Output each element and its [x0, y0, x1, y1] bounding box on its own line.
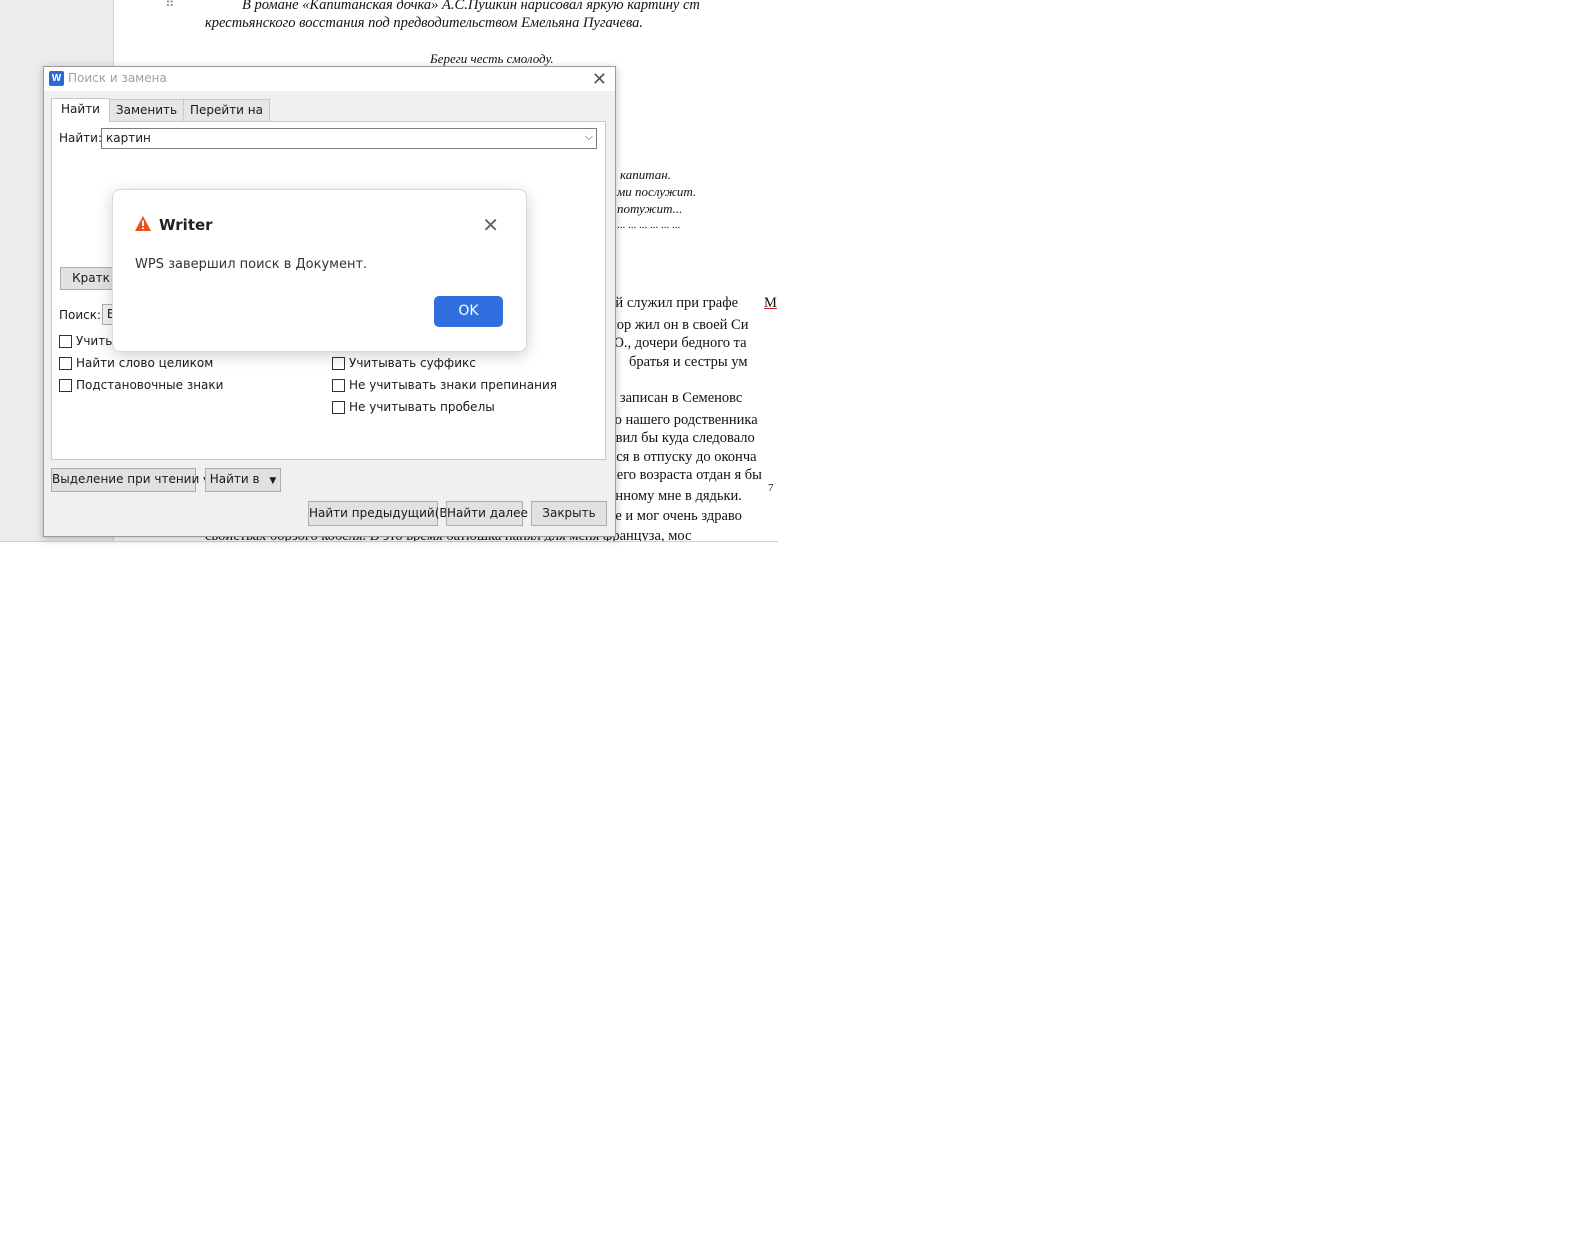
doc-line: потужит... — [617, 201, 683, 216]
checkbox-whole-word[interactable] — [59, 357, 72, 370]
find-input[interactable]: картин ⌵ — [101, 128, 597, 149]
alert-title: Writer — [159, 216, 213, 234]
checkbox-suffix[interactable] — [332, 357, 345, 370]
find-in-button[interactable]: Найти в ▼ — [205, 468, 281, 492]
highlight-reading-label: Выделение при чтении — [52, 472, 200, 486]
doc-misspelled-word[interactable]: М — [764, 295, 777, 312]
doc-line: Ю., дочери бедного та — [609, 335, 747, 351]
checkbox-label: Учиты — [76, 334, 115, 348]
checkbox-label: Подстановочные знаки — [76, 378, 224, 392]
doc-line: ми послужит. — [617, 184, 697, 199]
close-icon[interactable]: ✕ — [592, 69, 607, 90]
checkbox-label: Учитывать суффикс — [349, 356, 476, 370]
doc-footnote-ref[interactable]: 7 — [768, 482, 774, 494]
checkbox-label: Не учитывать знаки препинания — [349, 378, 557, 392]
drag-handle-icon[interactable]: ⠿ — [165, 0, 174, 10]
doc-line: явил бы куда следовало — [609, 430, 755, 446]
find-in-label: Найти в — [209, 472, 260, 486]
find-previous-button[interactable]: Найти предыдущий(B) — [308, 501, 452, 526]
search-label: Поиск: — [59, 308, 102, 322]
alert-message: WPS завершил поиск в Документ. — [135, 257, 368, 272]
ok-button[interactable]: OK — [434, 296, 503, 327]
checkbox-ignore-punctuation[interactable] — [332, 379, 345, 392]
tab-find[interactable]: Найти — [51, 98, 110, 122]
doc-epigraph: Береги честь смолоду. — [430, 51, 554, 66]
doc-line: те и мог очень здраво — [609, 508, 742, 524]
doc-line: капитан. — [620, 167, 672, 182]
find-input-value: картин — [106, 131, 151, 145]
close-icon[interactable]: ✕ — [482, 213, 499, 237]
doc-line: ... ... ... ... ... ... — [617, 219, 681, 231]
doc-line: анному мне в дядьки. — [609, 488, 742, 504]
checkbox[interactable] — [59, 335, 72, 348]
chevron-down-icon[interactable]: ⌵ — [585, 130, 593, 144]
dialog-titlebar[interactable]: W Поиск и замена ✕ — [44, 67, 615, 91]
doc-line: лся в отпуску до оконча — [609, 449, 757, 465]
checkbox-label: Не учитывать пробелы — [349, 400, 495, 414]
search-complete-alert: Writer ✕ WPS завершил поиск в Документ. … — [112, 189, 527, 352]
checkbox-label: Найти слово целиком — [76, 356, 214, 370]
warning-icon — [135, 216, 151, 231]
wps-writer-icon: W — [49, 71, 64, 86]
dialog-title: Поиск и замена — [68, 71, 167, 85]
highlight-reading-button[interactable]: Выделение при чтении ▼ — [51, 468, 210, 492]
tab-replace[interactable]: Заменить — [108, 99, 185, 121]
dropdown-arrow-icon: ▼ — [269, 476, 277, 486]
doc-line: В романе «Капитанская дочка» А.С.Пушкин … — [242, 0, 700, 13]
doc-line: л записан в Семеновс — [609, 390, 743, 406]
checkbox-ignore-spaces[interactable] — [332, 401, 345, 414]
find-label: Найти: — [59, 131, 103, 145]
tab-goto[interactable]: Перейти на — [183, 99, 270, 121]
checkbox-wildcards[interactable] — [59, 379, 72, 392]
find-next-button[interactable]: Найти далее — [446, 501, 528, 526]
doc-line: пор жил он в своей Си — [609, 317, 749, 333]
close-button[interactable]: Закрыть — [531, 501, 607, 526]
doc-line: го нашего родственника — [609, 412, 758, 428]
doc-line: крестьянского восстания под предводитель… — [205, 15, 644, 31]
doc-line: него возраста отдан я бы — [609, 467, 762, 483]
doc-line: ей служил при графе — [609, 295, 739, 311]
doc-line: братья и сестры ум — [629, 354, 748, 370]
